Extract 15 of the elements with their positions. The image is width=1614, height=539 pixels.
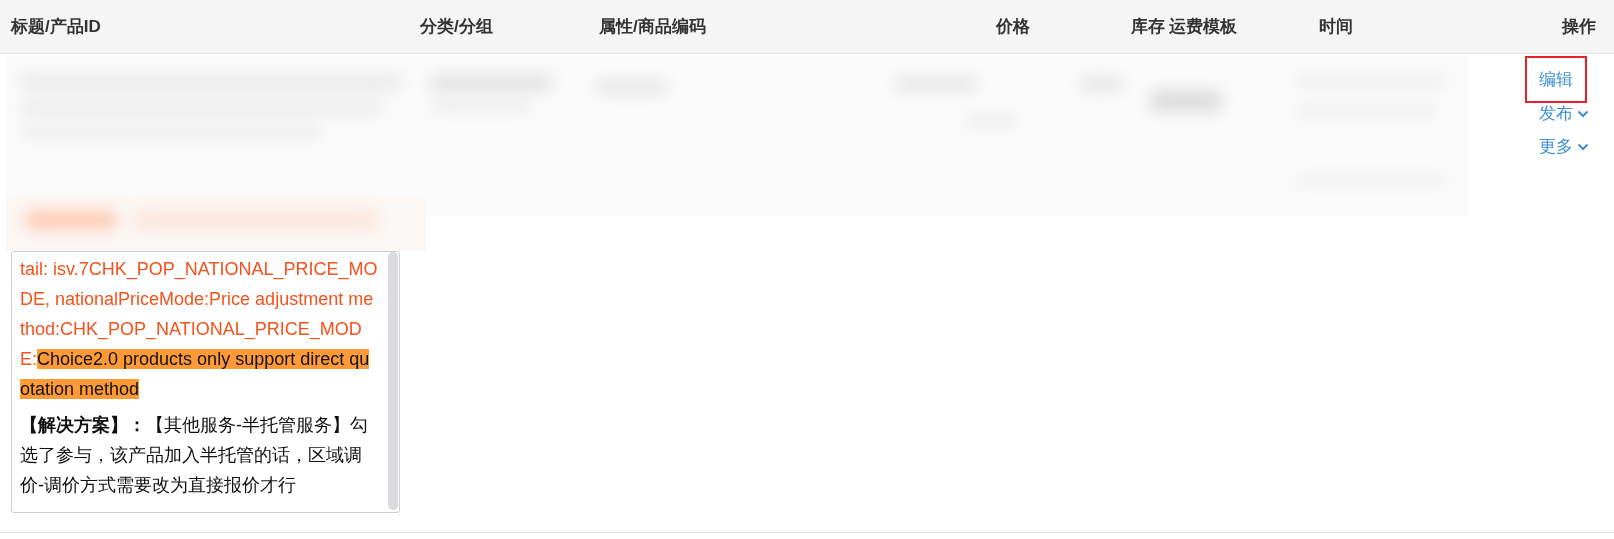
column-header: 分类/分组 [420,16,493,38]
action-link[interactable]: 更多 [1525,130,1603,163]
action-link[interactable]: 编辑 [1525,56,1587,103]
column-header: 标题/产品ID [11,16,101,38]
column-header: 属性/商品编码 [599,16,706,38]
column-header: 价格 [996,16,1030,38]
column-header: 操作 [1562,16,1596,38]
error-message: tail: isv.7CHK_POP_NATIONAL_PRICE_MODE, nationalPriceMode:Price adjustment method:CHK_POP_NATIONAL_PRICE_MODE:Choice2.0 products only support direct quotation method [20,258,378,401]
chevron-down-icon [1577,109,1589,118]
scrollbar[interactable] [388,252,398,510]
chevron-down-icon [1577,142,1589,151]
solution-text: 【解决方案】：【其他服务-半托管服务】勾选了参与，该产品加入半托管的话，区域调价-调价方式需要改为直接报价才行 [20,414,369,497]
column-header: 时间 [1319,16,1353,38]
column-header: 库存 [1131,16,1165,38]
column-header: 运费模板 [1169,16,1237,38]
